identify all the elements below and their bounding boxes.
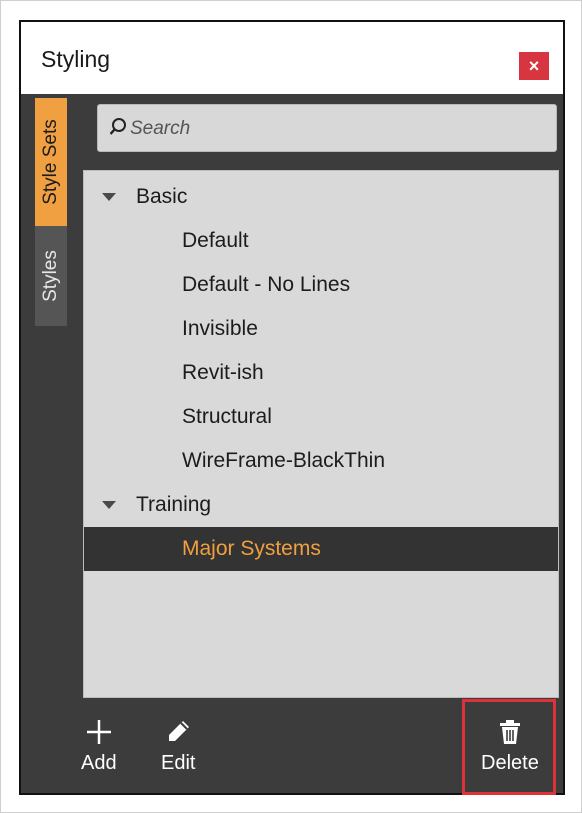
tree-item[interactable]: Revit-ish [84,351,558,395]
tree-item-selected[interactable]: Major Systems [84,527,558,571]
panel-title: Styling [41,46,111,72]
tree-item[interactable]: WireFrame-BlackThin [84,439,558,483]
tree-item-label: WireFrame-BlackThin [182,449,386,472]
expand-caret-icon[interactable] [102,501,116,509]
edit-button[interactable]: Edit [161,718,195,775]
tree-item[interactable]: Default [84,219,558,263]
tree-item[interactable]: Default - No Lines [84,263,558,307]
tree-group-training[interactable]: Training [84,483,558,527]
delete-highlight-box [462,699,556,795]
tree-item[interactable]: Invisible [84,307,558,351]
add-label: Add [81,752,117,774]
plus-icon [86,720,111,744]
tab-style-sets-label: Style Sets [40,119,62,205]
pencil-icon [169,721,190,741]
panel-titlebar: Styling × [21,22,563,94]
close-button[interactable]: × [519,52,549,80]
styling-panel: Styling × Style Sets Styles Basic Defaul… [19,20,565,795]
tree-item-label: Major Systems [182,537,321,560]
tree-group-basic[interactable]: Basic [84,175,558,219]
style-sets-tree: Basic Default Default - No Lines Invisib… [83,170,559,698]
tab-style-sets[interactable]: Style Sets [35,98,67,226]
tree-item[interactable]: Structural [84,395,558,439]
add-button[interactable]: Add [81,718,117,775]
tab-styles-label: Styles [40,250,61,302]
tree-item-label: Invisible [182,317,258,340]
search-input[interactable] [128,113,532,145]
close-icon: × [528,55,540,76]
tree-group-label: Basic [136,185,188,208]
search-box[interactable] [97,104,557,152]
edit-label: Edit [161,752,196,774]
expand-caret-icon[interactable] [102,193,116,201]
tab-styles[interactable]: Styles [35,226,67,326]
tree-item-label: Revit-ish [182,361,264,384]
tree-group-label: Training [136,493,212,516]
tree-item-label: Default - No Lines [182,273,351,296]
tree-item-label: Structural [182,405,272,428]
tree-item-label: Default [182,229,249,252]
